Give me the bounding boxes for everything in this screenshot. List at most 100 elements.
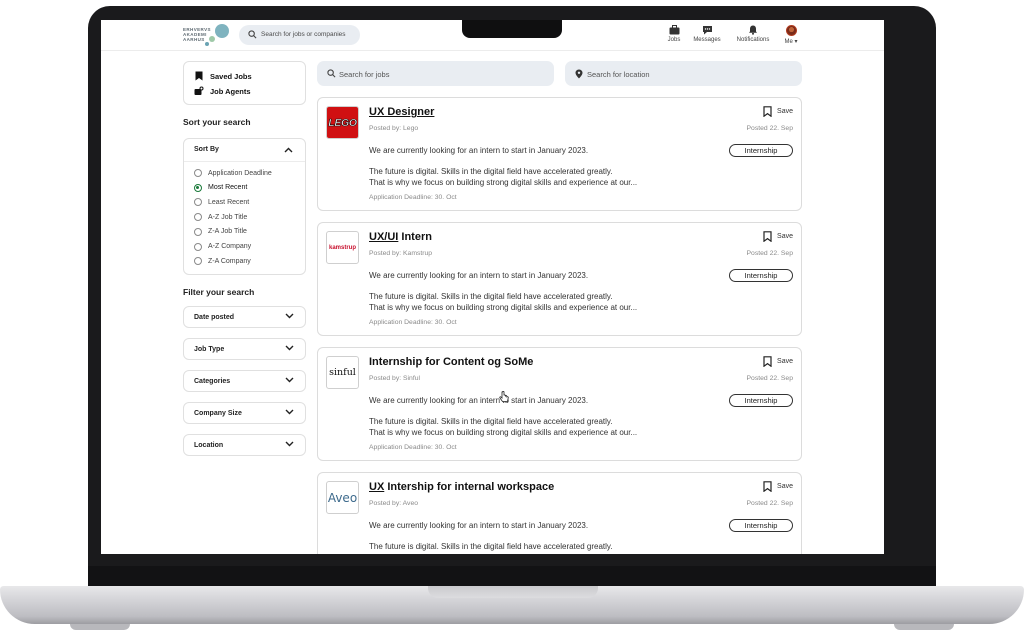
posted-date: Posted 22. Sep — [746, 125, 793, 132]
location-search-input[interactable]: Search for location — [565, 61, 802, 86]
job-title-highlight: UX/UI — [369, 231, 399, 243]
sort-option[interactable]: A-Z Job Title — [194, 213, 247, 222]
screen: ERHVERVS AKADEMI AARHUS Search for jobs … — [101, 20, 884, 554]
search-icon — [327, 69, 336, 78]
posted-by: Posted by: Sinful — [369, 375, 421, 382]
job-card[interactable]: sinful Internship for Content og SoMe Post… — [317, 347, 802, 461]
radio-unchecked[interactable] — [194, 198, 202, 207]
filter-label: Location — [194, 442, 224, 449]
bookmark-icon — [763, 106, 772, 117]
company-logo[interactable]: Aveo — [326, 481, 359, 514]
nav-jobs[interactable]: Jobs — [663, 25, 685, 43]
sort-option-label: Z-A Company — [208, 257, 251, 265]
sort-option-label: Most Recent — [208, 184, 248, 192]
nav-messages-label: Messages — [693, 37, 721, 43]
job-type-badge: Internship — [729, 394, 793, 407]
sort-option-label: Z-A Job Title — [208, 228, 247, 236]
save-label: Save — [777, 108, 793, 115]
radio-unchecked[interactable] — [194, 227, 202, 236]
job-title[interactable]: UX/UI Intern — [369, 231, 432, 243]
chevron-down-icon — [285, 441, 294, 447]
job-card[interactable]: kamstrup UX/UI Intern Posted by: Kamstrup W… — [317, 222, 802, 336]
save-button[interactable]: Save — [763, 481, 793, 492]
job-search-placeholder: Search for jobs — [339, 70, 390, 79]
save-button[interactable]: Save — [763, 106, 793, 117]
job-card[interactable]: LEGO UX Designer Posted by: Lego We are cur… — [317, 97, 802, 211]
application-deadline: Application Deadline: 30. Oct — [369, 194, 457, 201]
nav-jobs-label: Jobs — [667, 37, 681, 43]
posted-date: Posted 22. Sep — [746, 375, 793, 382]
job-summary: We are currently looking for an intern t… — [369, 271, 589, 280]
filter-section-title: Filter your search — [183, 287, 255, 297]
job-title[interactable]: UX Intership for internal workspace — [369, 481, 554, 493]
global-search-input[interactable]: Search for jobs or companies — [239, 25, 360, 45]
filter-dropdown[interactable]: Job Type — [183, 338, 306, 360]
chat-icon — [702, 26, 712, 35]
sort-option[interactable]: Z-A Company — [194, 257, 251, 266]
sort-divider — [184, 161, 305, 162]
save-label: Save — [777, 483, 793, 490]
posted-date: Posted 22. Sep — [746, 500, 793, 507]
logo-dot — [215, 24, 229, 38]
save-button[interactable]: Save — [763, 356, 793, 367]
sort-option-label: A-Z Company — [208, 243, 252, 250]
chevron-down-icon — [285, 345, 294, 351]
eaaa-logo[interactable]: ERHVERVS AKADEMI AARHUS — [183, 23, 231, 49]
job-description: That is why we focus on building strong … — [369, 303, 638, 312]
radio-unchecked[interactable] — [194, 242, 202, 251]
job-agents-link[interactable]: Job Agents — [194, 86, 251, 96]
job-search-input[interactable]: Search for jobs — [317, 61, 554, 86]
posted-by: Posted by: Kamstrup — [369, 250, 433, 257]
laptop-foot — [894, 624, 954, 630]
radio-unchecked[interactable] — [194, 169, 202, 177]
radio-checked[interactable] — [194, 183, 202, 192]
filter-dropdown[interactable]: Categories — [183, 370, 306, 392]
nav-messages[interactable]: Messages — [691, 25, 723, 43]
job-card[interactable]: Aveo UX Intership for internal workspace P… — [317, 472, 802, 554]
filter-label: Company Size — [194, 410, 242, 417]
nav-me[interactable]: Me ▾ — [781, 25, 801, 45]
lego-logo: LEGO — [327, 107, 358, 138]
job-summary: We are currently looking for an intern t… — [369, 521, 589, 530]
company-logo[interactable]: sinful — [326, 356, 359, 389]
job-title[interactable]: UX Designer — [369, 106, 434, 118]
radio-unchecked[interactable] — [194, 213, 202, 222]
laptop-foot — [70, 624, 130, 630]
company-logo[interactable]: kamstrup — [326, 231, 359, 264]
job-title-highlight: UX Designer — [369, 106, 435, 118]
filter-label: Categories — [194, 378, 231, 385]
global-search-placeholder: Search for jobs or companies — [261, 31, 346, 38]
nav-notifications[interactable]: Notifications — [732, 25, 774, 43]
laptop-mockup: ERHVERVS AKADEMI AARHUS Search for jobs … — [0, 0, 1024, 633]
company-logo[interactable]: LEGO — [326, 106, 359, 139]
job-summary: We are currently looking for an intern t… — [369, 146, 589, 155]
camera-notch — [462, 20, 562, 38]
job-type-badge: Internship — [729, 519, 793, 532]
sort-option[interactable]: Application Deadline — [194, 169, 272, 177]
chevron-down-icon — [285, 377, 294, 383]
job-description: The future is digital. Skills in the dig… — [369, 292, 613, 301]
sort-option-label: Least Recent — [208, 198, 250, 206]
filter-dropdown[interactable]: Location — [183, 434, 306, 456]
sort-option[interactable]: A-Z Company — [194, 242, 252, 251]
location-pin-icon — [575, 69, 583, 79]
sort-option[interactable]: Most Recent — [194, 183, 248, 192]
job-title[interactable]: Internship for Content og SoMe — [369, 356, 533, 368]
sort-option[interactable]: Z-A Job Title — [194, 227, 247, 236]
bell-icon — [749, 25, 757, 35]
chevron-down-icon — [285, 409, 294, 415]
job-description: The future is digital. Skills in the dig… — [369, 542, 613, 551]
radio-unchecked[interactable] — [194, 257, 202, 266]
aveo-logo: Aveo — [327, 490, 358, 505]
sort-option[interactable]: Least Recent — [194, 198, 250, 207]
chevron-up-icon[interactable] — [284, 147, 293, 153]
filter-dropdown[interactable]: Company Size — [183, 402, 306, 424]
save-button[interactable]: Save — [763, 231, 793, 242]
sinful-logo: sinful — [329, 367, 356, 378]
sort-by-label[interactable]: Sort By — [194, 146, 219, 153]
saved-jobs-link[interactable]: Saved Jobs — [194, 71, 252, 81]
filter-dropdown[interactable]: Date posted — [183, 306, 306, 328]
job-type-badge: Internship — [729, 269, 793, 282]
sort-section-title: Sort your search — [183, 117, 251, 127]
save-label: Save — [777, 358, 793, 365]
